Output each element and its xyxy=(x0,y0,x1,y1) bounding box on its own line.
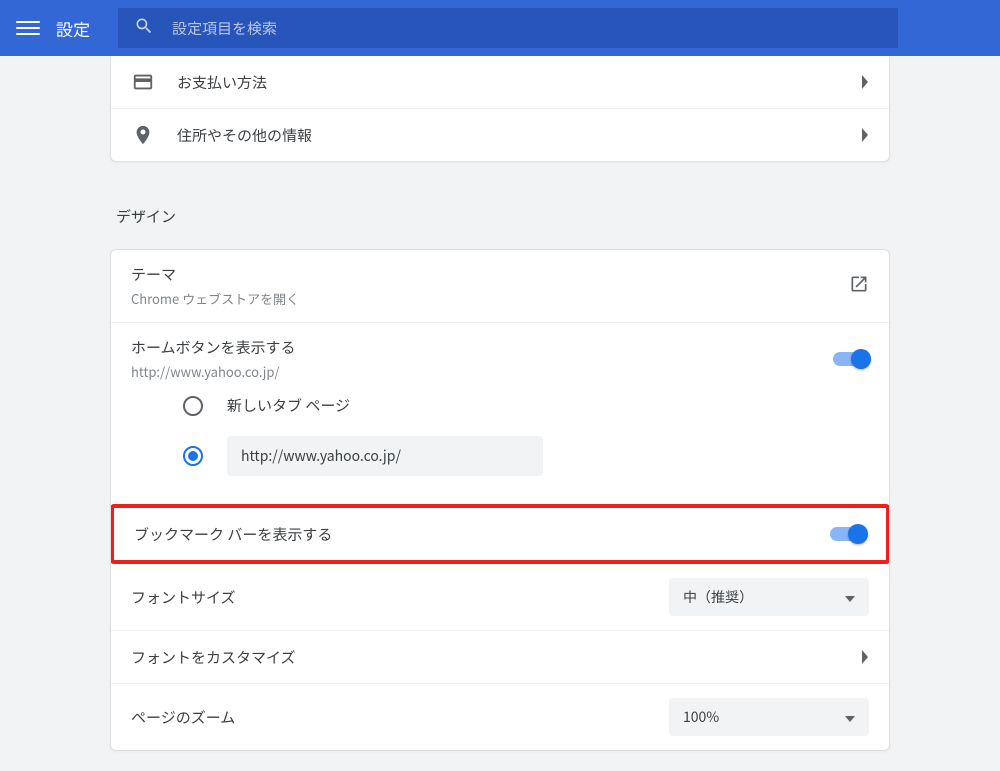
theme-title: テーマ xyxy=(131,264,849,285)
payment-methods-row[interactable]: お支払い方法 xyxy=(111,56,889,108)
font-customize-row[interactable]: フォントをカスタマイズ xyxy=(111,630,889,683)
font-size-select[interactable]: 中（推奨） xyxy=(669,578,869,616)
page-zoom-select[interactable]: 100% xyxy=(669,698,869,736)
theme-sub: Chrome ウェブストアを開く xyxy=(131,289,849,308)
theme-label: テーマ Chrome ウェブストアを開く xyxy=(131,264,849,308)
bookmark-bar-row: ブックマーク バーを表示する xyxy=(114,508,886,560)
home-button-sub: http://www.yahoo.co.jp/ xyxy=(131,362,833,381)
radio-unchecked-icon[interactable] xyxy=(183,396,203,416)
search-input[interactable] xyxy=(172,18,882,39)
app-header: 設定 xyxy=(0,0,1000,56)
bookmark-bar-highlight: ブックマーク バーを表示する xyxy=(110,504,890,564)
home-button-options: 新しいタブ ページ xyxy=(111,381,889,504)
location-icon xyxy=(131,123,155,147)
new-tab-option-label: 新しいタブ ページ xyxy=(227,395,350,416)
home-button-label: ホームボタンを表示する http://www.yahoo.co.jp/ xyxy=(131,337,833,381)
font-customize-label: フォントをカスタマイズ xyxy=(131,647,861,668)
page-zoom-value: 100% xyxy=(683,707,719,727)
home-button-row: ホームボタンを表示する http://www.yahoo.co.jp/ xyxy=(111,322,889,381)
credit-card-icon xyxy=(131,70,155,94)
payment-methods-label: お支払い方法 xyxy=(177,72,861,93)
search-bar[interactable] xyxy=(118,8,898,48)
font-size-value: 中（推奨） xyxy=(683,587,753,607)
chevron-right-icon xyxy=(861,70,869,94)
open-external-icon xyxy=(849,274,869,299)
addresses-label: 住所やその他の情報 xyxy=(177,125,861,146)
custom-url-input[interactable] xyxy=(227,436,543,476)
design-card: テーマ Chrome ウェブストアを開く ホームボタンを表示する http://… xyxy=(110,249,890,751)
home-button-toggle[interactable] xyxy=(833,352,869,366)
page-zoom-label: ページのズーム xyxy=(131,707,669,728)
page-zoom-row: ページのズーム 100% xyxy=(111,683,889,750)
bookmark-bar-toggle[interactable] xyxy=(830,527,866,541)
dropdown-arrow-icon xyxy=(845,587,855,607)
chevron-right-icon xyxy=(861,123,869,147)
theme-row[interactable]: テーマ Chrome ウェブストアを開く xyxy=(111,250,889,322)
autofill-card: お支払い方法 住所やその他の情報 xyxy=(110,56,890,162)
chevron-right-icon xyxy=(861,645,869,669)
font-size-label: フォントサイズ xyxy=(131,587,669,608)
new-tab-option[interactable]: 新しいタブ ページ xyxy=(183,385,889,426)
design-section-title: デザイン xyxy=(110,200,890,241)
radio-checked-icon[interactable] xyxy=(183,446,203,466)
home-button-title: ホームボタンを表示する xyxy=(131,337,833,358)
dropdown-arrow-icon xyxy=(845,707,855,727)
search-icon xyxy=(134,16,154,41)
page-title: 設定 xyxy=(56,16,90,41)
font-size-row: フォントサイズ 中（推奨） xyxy=(111,564,889,630)
menu-icon[interactable] xyxy=(16,16,40,40)
addresses-row[interactable]: 住所やその他の情報 xyxy=(111,108,889,161)
custom-url-option[interactable] xyxy=(183,426,889,486)
bookmark-bar-label: ブックマーク バーを表示する xyxy=(134,524,830,545)
